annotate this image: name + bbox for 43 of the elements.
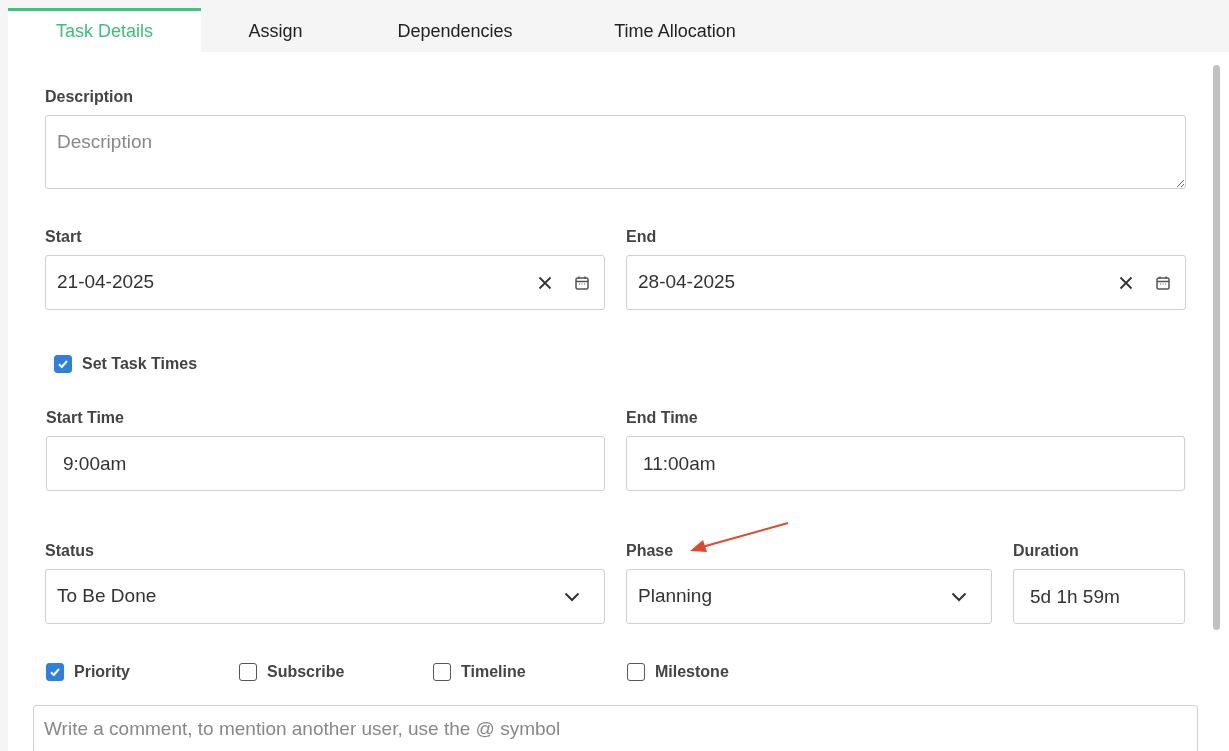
- calendar-icon[interactable]: [574, 274, 590, 291]
- tab[interactable]: Dependencies: [350, 8, 560, 52]
- select-field[interactable]: Planning: [626, 569, 992, 624]
- checkmark-icon: [49, 666, 61, 678]
- scrollbar-thumb[interactable]: [1213, 65, 1220, 630]
- tab[interactable]: Time Allocation: [560, 8, 790, 52]
- text-field[interactable]: 11:00am: [626, 436, 1185, 491]
- chevron-down-icon: [564, 591, 580, 602]
- field-value: 28-04-2025: [638, 270, 737, 295]
- field-label: End Time: [626, 408, 699, 428]
- text-field[interactable]: 5d 1h 59m: [1013, 569, 1185, 624]
- checkbox[interactable]: [46, 663, 64, 681]
- field-label: Description: [45, 87, 134, 107]
- checkbox-label: Timeline: [461, 662, 526, 682]
- field-label: Start Time: [46, 408, 125, 428]
- checkbox-label: Subscribe: [267, 662, 345, 682]
- chevron-down-icon: [951, 591, 967, 602]
- checkbox-label: Milestone: [655, 662, 729, 682]
- field-label: Phase: [626, 541, 675, 561]
- clear-icon[interactable]: [1119, 275, 1133, 290]
- field-label: Status: [45, 541, 95, 561]
- checkbox-label: Priority: [74, 662, 130, 682]
- field-label: End: [626, 227, 658, 247]
- text-field[interactable]: 9:00am: [46, 436, 605, 491]
- checkbox[interactable]: [627, 663, 645, 681]
- calendar-icon[interactable]: [1155, 274, 1171, 291]
- checkbox[interactable]: [433, 663, 451, 681]
- date-field[interactable]: 21-04-2025: [45, 255, 605, 310]
- checkbox[interactable]: [239, 663, 257, 681]
- date-field[interactable]: 28-04-2025: [626, 255, 1186, 310]
- checkbox-label: Set Task Times: [82, 354, 198, 374]
- checkbox[interactable]: [54, 355, 72, 373]
- field-label: Start: [45, 227, 83, 247]
- checkmark-icon: [57, 358, 69, 370]
- select-field[interactable]: To Be Done: [45, 569, 605, 624]
- description-field[interactable]: Description: [45, 115, 1186, 189]
- field-value: Planning: [638, 584, 713, 609]
- field-value: 21-04-2025: [57, 270, 156, 295]
- field-label: Duration: [1013, 541, 1080, 561]
- comment-field[interactable]: Write a comment, to mention another user, use the @ symbol: [33, 705, 1198, 751]
- field-value: To Be Done: [57, 584, 158, 609]
- clear-icon[interactable]: [538, 275, 552, 290]
- tab[interactable]: Assign: [201, 8, 350, 52]
